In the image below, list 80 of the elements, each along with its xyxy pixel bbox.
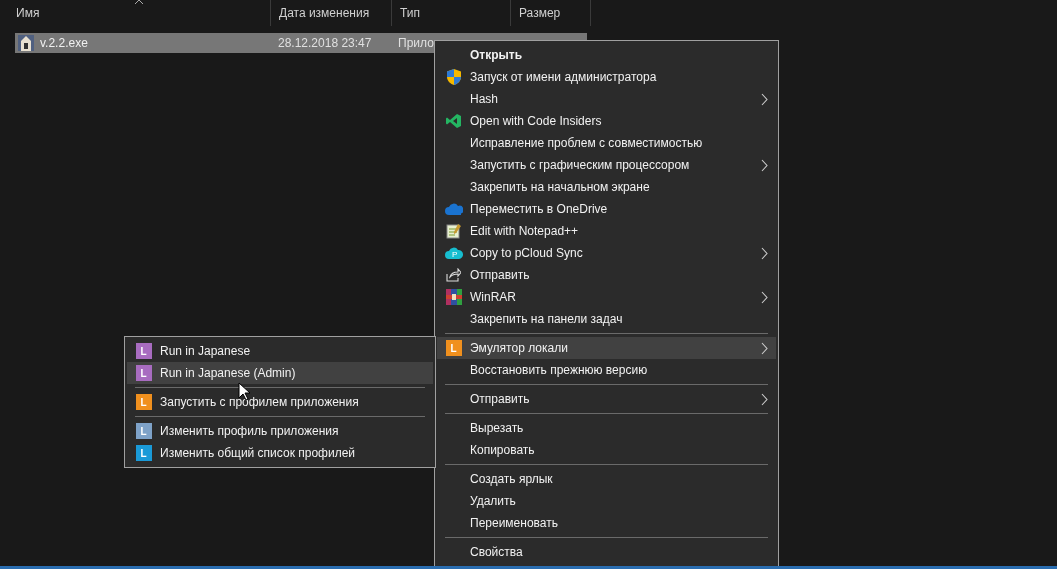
menu-item-label: Переместить в OneDrive xyxy=(470,202,608,216)
chevron-right-icon xyxy=(761,246,768,260)
menu-item[interactable]: L Эмулятор локали xyxy=(437,337,776,359)
menu-item[interactable]: Копировать xyxy=(437,439,776,461)
menu-item[interactable]: Вырезать xyxy=(437,417,776,439)
menu-item[interactable]: WinRAR xyxy=(437,286,776,308)
menu-item-label: Запустить с графическим процессором xyxy=(470,158,690,172)
menu-item[interactable]: Исправление проблем с совместимостью xyxy=(437,132,776,154)
menu-item-label: Переименовать xyxy=(470,516,558,530)
menu-item-label: Open with Code Insiders xyxy=(470,114,602,128)
menu-item[interactable]: Закрепить на панели задач xyxy=(437,308,776,330)
menu-item[interactable]: L Изменить профиль приложения xyxy=(127,420,433,442)
chevron-right-icon xyxy=(761,92,768,106)
menu-item[interactable]: Переименовать xyxy=(437,512,776,534)
menu-item-label: Отправить xyxy=(470,392,530,406)
menu-item[interactable]: Удалить xyxy=(437,490,776,512)
shield-icon xyxy=(446,69,461,85)
locale-badge-icon: L xyxy=(445,340,462,356)
menu-item[interactable]: Свойства xyxy=(437,541,776,563)
sort-caret-icon xyxy=(134,0,144,5)
menu-item[interactable]: Переместить в OneDrive xyxy=(437,198,776,220)
menu-item-label: Edit with Notepad++ xyxy=(470,224,579,238)
cloud-icon: P xyxy=(444,246,463,260)
menu-item-label: Изменить общий список профилей xyxy=(160,446,356,460)
menu-item-label: Copy to pCloud Sync xyxy=(470,246,583,260)
menu-item[interactable]: Отправить xyxy=(437,388,776,410)
menu-item-label: Копировать xyxy=(470,443,535,457)
menu-item-label: Запустить с профилем приложения xyxy=(160,395,359,409)
menu-item-label: Удалить xyxy=(470,494,516,508)
menu-item-label: Восстановить прежнюю версию xyxy=(470,363,648,377)
column-header[interactable]: Дата изменения xyxy=(271,0,392,26)
locale-badge-icon: L xyxy=(135,365,152,381)
menu-item-label: Вырезать xyxy=(470,421,524,435)
menu-item[interactable]: Отправить xyxy=(437,264,776,286)
locale-badge-icon: L xyxy=(135,423,152,439)
archive-icon xyxy=(445,289,462,305)
chevron-right-icon xyxy=(761,392,768,406)
column-header[interactable]: Размер xyxy=(511,0,591,26)
menu-item-label: Исправление проблем с совместимостью xyxy=(470,136,703,150)
menu-item[interactable]: Open with Code Insiders xyxy=(437,110,776,132)
chevron-right-icon xyxy=(761,341,768,355)
menu-item-label: Запуск от имени администратора xyxy=(470,70,657,84)
file-type: Прило xyxy=(398,36,435,50)
chevron-right-icon xyxy=(761,290,768,304)
file-name: v.2.2.exe xyxy=(40,36,89,50)
locale-badge-icon: L xyxy=(135,343,152,359)
column-header[interactable]: Тип xyxy=(392,0,511,26)
menu-item-label: Run in Japanese (Admin) xyxy=(160,366,296,380)
menu-item-label: Изменить профиль приложения xyxy=(160,424,339,438)
menu-item-label: Закрепить на начальном экране xyxy=(470,180,650,194)
application-icon xyxy=(18,35,34,51)
chevron-right-icon xyxy=(761,158,768,172)
locale-badge-icon: L xyxy=(135,445,152,461)
menu-item[interactable]: L Run in Japanese xyxy=(127,340,433,362)
menu-item[interactable]: Запуск от имени администратора xyxy=(437,66,776,88)
menu-item[interactable]: L Изменить общий список профилей xyxy=(127,442,433,464)
menu-item[interactable]: Восстановить прежнюю версию xyxy=(437,359,776,381)
menu-item-label: Эмулятор локали xyxy=(470,341,568,355)
menu-item-label: Отправить xyxy=(470,268,530,282)
menu-item-label: Свойства xyxy=(470,545,523,559)
menu-item[interactable]: L Запустить с профилем приложения xyxy=(127,391,433,413)
share-icon xyxy=(446,268,461,282)
cloud-icon xyxy=(444,203,463,215)
menu-item-label: Hash xyxy=(470,92,498,106)
file-date: 28.12.2018 23:47 xyxy=(278,36,373,50)
menu-item[interactable]: L Run in Japanese (Admin) xyxy=(127,362,433,384)
menu-item[interactable]: Hash xyxy=(437,88,776,110)
notepad-icon xyxy=(445,223,462,239)
menu-item-label: WinRAR xyxy=(470,290,516,304)
menu-item[interactable]: Edit with Notepad++ xyxy=(437,220,776,242)
column-header[interactable]: Имя xyxy=(8,0,271,26)
locale-badge-icon: L xyxy=(135,394,152,410)
menu-item-label: Создать ярлык xyxy=(470,472,553,486)
menu-item[interactable]: P Copy to pCloud Sync xyxy=(437,242,776,264)
menu-item[interactable]: Запустить с графическим процессором xyxy=(437,154,776,176)
menu-item[interactable]: Создать ярлык xyxy=(437,468,776,490)
menu-item[interactable]: Закрепить на начальном экране xyxy=(437,176,776,198)
menu-item-label: Run in Japanese xyxy=(160,344,251,358)
code-editor-icon xyxy=(445,113,462,129)
menu-item-label: Закрепить на панели задач xyxy=(470,312,623,326)
